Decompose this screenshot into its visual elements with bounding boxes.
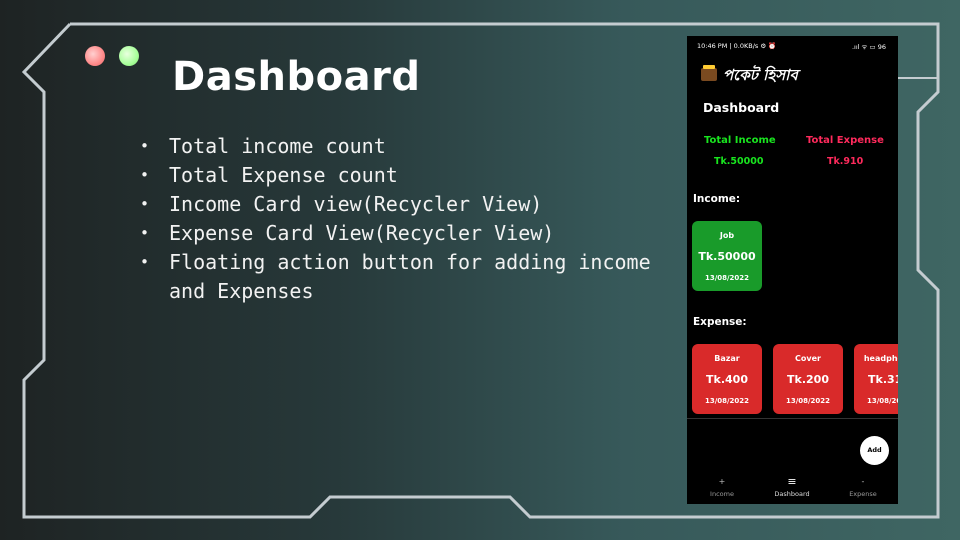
phone-screenshot: 10:46 PM | 0.0KB/s ⚙ ⏰ .ııl ᯤ ▭ 96 পকেট …	[687, 36, 898, 504]
nav-item-expense[interactable]: - Expense	[833, 477, 893, 498]
expense-card[interactable]: headphone Tk.310 13/08/2022	[854, 344, 898, 414]
card-name: Bazar	[714, 354, 740, 363]
bullet-item: Total Expense count	[140, 161, 680, 190]
bullet-item: Expense Card View(Recycler View)	[140, 219, 680, 248]
card-name: Cover	[795, 354, 821, 363]
card-amount: Tk.50000	[698, 250, 756, 263]
income-card[interactable]: Job Tk.50000 13/08/2022	[692, 221, 762, 291]
bullet-item: Floating action button for adding income…	[140, 248, 680, 306]
menu-icon: ≡	[787, 475, 797, 488]
nav-label: Expense	[849, 490, 877, 498]
status-bar-right: .ııl ᯤ ▭ 96	[851, 43, 886, 51]
card-name: Job	[719, 231, 735, 240]
minus-icon: -	[861, 477, 865, 486]
card-date: 13/08/2022	[704, 397, 750, 405]
plus-icon: +	[718, 477, 726, 486]
app-name: পকেট হিসাব	[723, 66, 798, 84]
total-expense-label: Total Expense	[806, 135, 884, 146]
green-dot-icon	[119, 46, 139, 66]
card-date: 13/08/2022	[866, 397, 898, 405]
card-date: 13/08/2022	[704, 274, 750, 282]
card-amount: Tk.200	[787, 373, 829, 386]
slide-title: Dashboard	[172, 54, 421, 100]
expense-card[interactable]: Cover Tk.200 13/08/2022	[773, 344, 843, 414]
add-fab-button[interactable]: Add	[860, 436, 889, 465]
status-bar-left: 10:46 PM | 0.0KB/s ⚙ ⏰	[697, 42, 777, 50]
income-section-label: Income:	[693, 193, 741, 205]
card-amount: Tk.310	[868, 373, 898, 386]
screen-title: Dashboard	[703, 100, 780, 115]
expense-card[interactable]: Bazar Tk.400 13/08/2022	[692, 344, 762, 414]
wallet-icon	[701, 65, 717, 81]
nav-label: Income	[710, 490, 734, 498]
bullet-item: Income Card view(Recycler View)	[140, 190, 680, 219]
total-expense-value: Tk.910	[827, 156, 864, 167]
total-income-value: Tk.50000	[714, 156, 764, 167]
nav-item-dashboard[interactable]: ≡ Dashboard	[762, 475, 822, 498]
nav-label: Dashboard	[774, 490, 810, 498]
card-date: 13/08/2022	[785, 397, 831, 405]
total-income-label: Total Income	[704, 135, 776, 146]
bullet-item: Total income count	[140, 132, 680, 161]
expense-section-label: Expense:	[693, 316, 747, 328]
card-amount: Tk.400	[706, 373, 748, 386]
divider	[687, 418, 898, 419]
bullet-list: Total income count Total Expense count I…	[140, 132, 680, 306]
card-name: headphone	[863, 354, 898, 363]
app-bar: পকেট হিসাব	[701, 64, 798, 89]
red-dot-icon	[85, 46, 105, 66]
nav-item-income[interactable]: + Income	[692, 477, 752, 498]
